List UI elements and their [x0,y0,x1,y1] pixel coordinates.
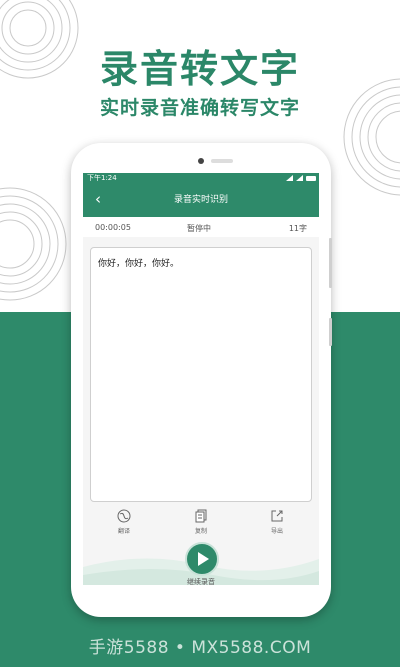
continue-record-label: 继续录音 [187,578,215,585]
character-count: 11字 [288,224,307,233]
copy-icon [195,509,207,523]
app-bar: ‹ 录音实时识别 [83,183,319,217]
export-label: 导出 [270,528,283,535]
recording-info-row: 00:00:05 暂停中 11字 [83,217,319,237]
watermark: 手游5588 • MX5588.COM [88,638,312,658]
phone-side-button [329,318,332,346]
recording-state: 暂停中 [187,224,211,233]
app-screen: 下午1:24 ‹ 录音实时识别 00:00:05 暂停中 11字 你好，你好，你… [83,173,319,585]
app-bar-title: 录音实时识别 [173,195,228,205]
continue-record-button[interactable] [185,542,219,576]
phone-side-button [329,238,332,288]
export-button[interactable]: 导出 [257,509,297,535]
copy-button[interactable]: 复制 [181,509,221,535]
status-time: 下午1:24 [87,174,117,182]
signal-icon [286,175,293,181]
phone-speaker [211,159,233,163]
translate-button[interactable]: 翻译 [104,509,144,535]
signal-icon [296,175,303,181]
translate-label: 翻译 [117,528,130,535]
hero-title: 录音转文字 [99,47,300,91]
transcript-text: 你好，你好，你好。 [98,259,180,269]
translate-icon [117,509,131,523]
transcript-area[interactable]: 你好，你好，你好。 [90,247,312,502]
decorative-rings-left [0,187,67,301]
status-bar: 下午1:24 [83,173,319,183]
phone-camera [198,158,204,164]
chevron-left-icon: ‹ [95,190,101,208]
back-button[interactable]: ‹ [89,183,107,217]
phone-mockup: 下午1:24 ‹ 录音实时识别 00:00:05 暂停中 11字 你好，你好，你… [71,143,332,617]
action-toolbar: 翻译 复制 导出 [83,509,319,541]
play-icon [198,552,209,566]
export-icon [271,510,283,522]
elapsed-time: 00:00:05 [95,223,131,232]
battery-icon [306,175,316,181]
copy-label: 复制 [194,528,207,535]
hero-subtitle: 实时录音准确转写文字 [99,97,300,119]
